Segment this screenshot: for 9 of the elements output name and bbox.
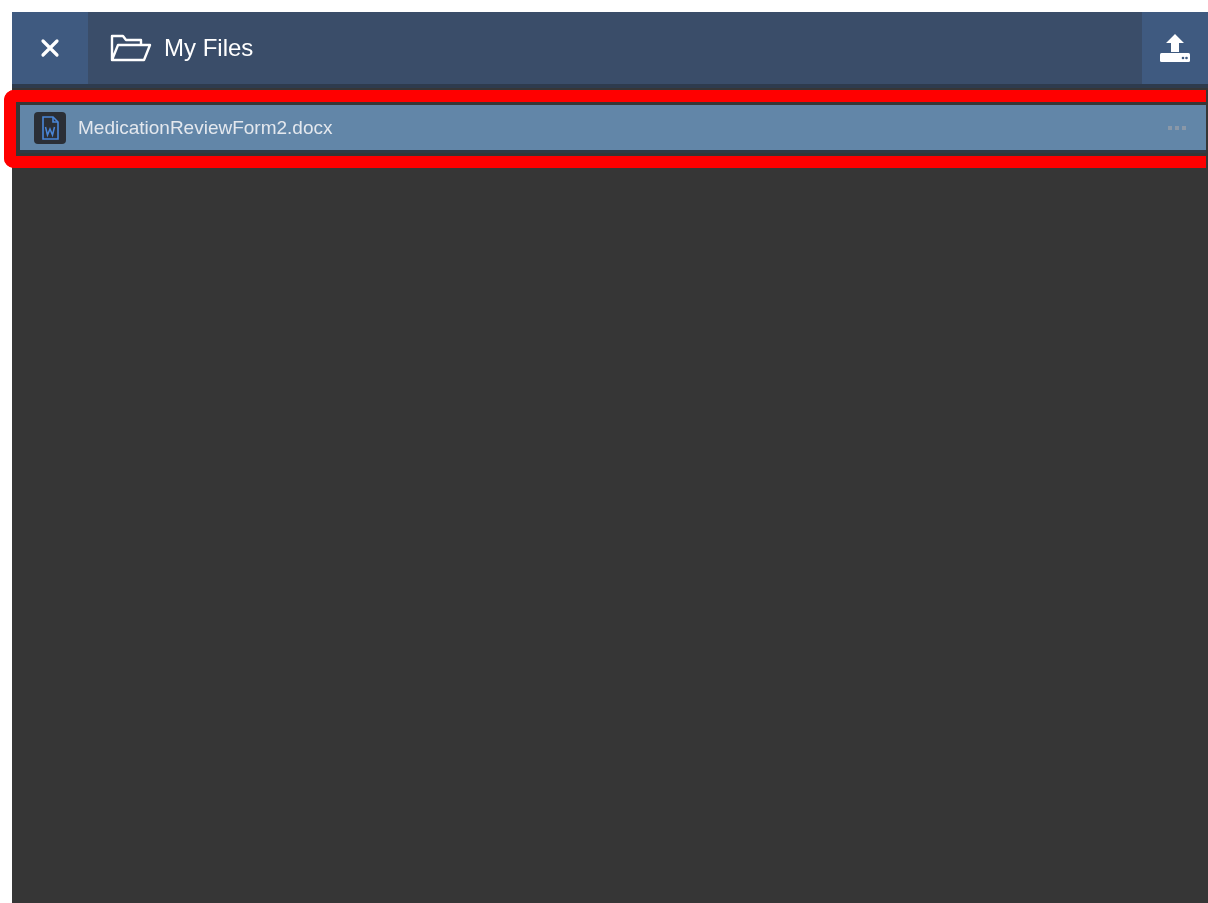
close-icon [40, 38, 60, 58]
upload-icon [1160, 33, 1190, 63]
word-document-icon [34, 111, 66, 144]
folder-icon [110, 33, 152, 63]
upload-button[interactable] [1142, 12, 1208, 84]
close-button[interactable] [12, 12, 88, 84]
file-name: MedicationReviewForm2.docx [78, 116, 334, 139]
header-title: My Files [164, 34, 254, 62]
file-row[interactable]: MedicationReviewForm2.docx [20, 105, 1206, 153]
